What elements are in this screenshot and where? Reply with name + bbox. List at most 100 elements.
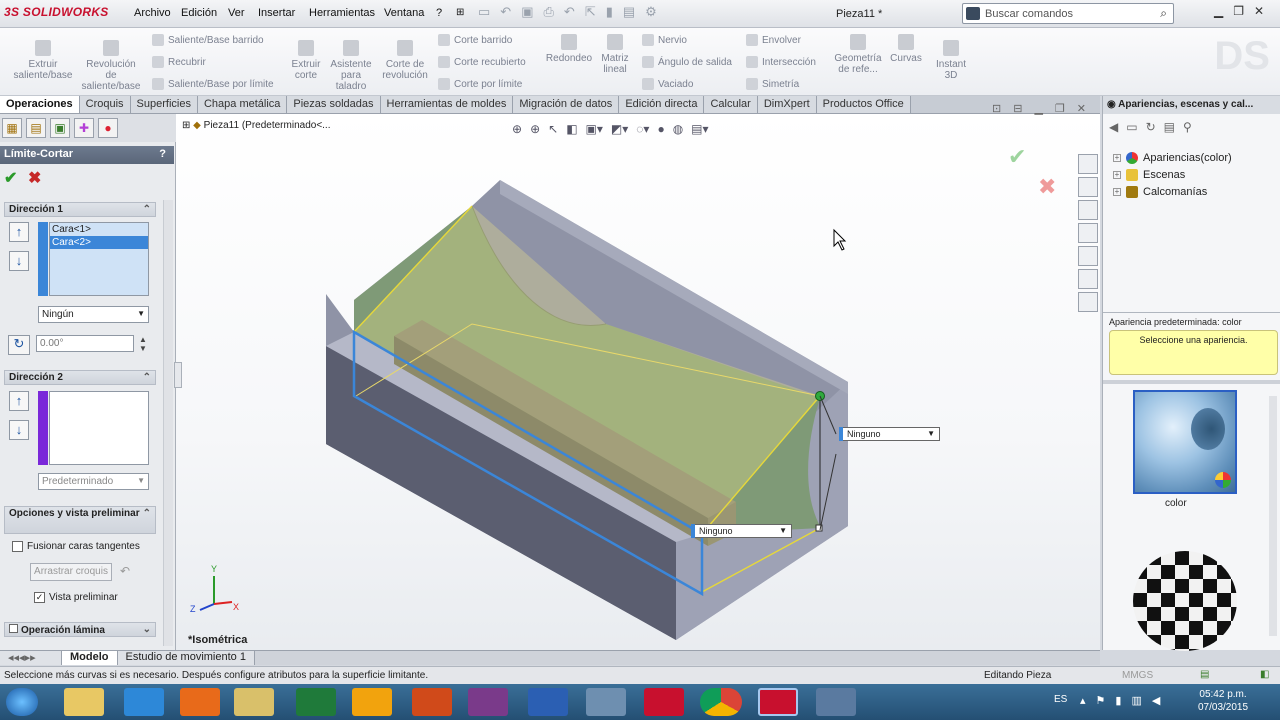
property-manager-icon[interactable]: ▤ (26, 118, 46, 138)
tree-item-scenes[interactable]: + Escenas (1113, 169, 1185, 181)
menu-insertar[interactable]: Insertar (258, 7, 295, 19)
tab-scroll-arrows[interactable]: ◂◂◂▸▸ (0, 651, 62, 665)
excel-icon[interactable] (296, 688, 336, 716)
back-icon[interactable]: ◀ (1109, 120, 1118, 134)
network-icon[interactable]: ▥ (1131, 694, 1141, 707)
window-icon[interactable] (586, 688, 626, 716)
ok-button[interactable]: ✔ (4, 168, 17, 188)
pin-icon[interactable]: ⚲ (1183, 120, 1192, 134)
tab-superficies[interactable]: Superficies (130, 96, 198, 113)
extrude-cut-button[interactable]: Extruir corte (288, 40, 324, 81)
battery-icon[interactable]: ▮ (1115, 694, 1121, 707)
direction2-down-icon[interactable]: ↓ (9, 420, 29, 440)
units-indicator[interactable]: MMGS (1122, 670, 1153, 681)
tray-expand-icon[interactable]: ▴ (1080, 694, 1086, 707)
tab-calcular[interactable]: Calcular (704, 96, 758, 113)
direction1-up-icon[interactable]: ↑ (9, 222, 29, 242)
options-header[interactable]: Opciones y vista preliminar ⌃ (4, 506, 156, 534)
start-button-icon[interactable] (6, 688, 38, 716)
direction2-header[interactable]: Dirección 2 ⌃ (4, 370, 156, 385)
refresh-icon[interactable]: ↻ (1146, 120, 1156, 134)
chrome-icon[interactable] (700, 688, 742, 716)
menu-ventana[interactable]: Ventana (384, 7, 424, 19)
angle-spinner[interactable]: ▲ ▼ (139, 335, 147, 353)
tab-dimxpert[interactable]: DimXpert (757, 96, 817, 113)
display-manager-icon[interactable]: ● (98, 118, 118, 138)
direction1-list[interactable]: Cara<1> Cara<2> (49, 222, 149, 296)
print-icon[interactable]: ⎙ (544, 4, 554, 24)
panel-splitter-handle[interactable] (174, 362, 182, 388)
list-item[interactable]: Cara<1> (50, 223, 148, 236)
revolve-cut-button[interactable]: Corte de revolución (378, 40, 432, 81)
cancel-button[interactable]: ✖ (28, 168, 41, 188)
tab-croquis[interactable]: Croquis (79, 96, 131, 113)
gear-icon[interactable]: ⚙ (645, 4, 657, 24)
flag-icon[interactable]: ⚑ (1096, 694, 1106, 707)
restore-icon[interactable]: ❐ (1233, 4, 1244, 18)
design-library-tab-icon[interactable] (1078, 177, 1098, 197)
appearance-swatch-checker[interactable] (1133, 551, 1237, 651)
angle-field[interactable]: 0.00° (36, 335, 134, 352)
menu-ver[interactable]: Ver (228, 7, 245, 19)
menu-herramientas[interactable]: Herramientas (309, 7, 375, 19)
tree-item-appearances[interactable]: + Apariencias(color) (1113, 152, 1232, 164)
swatch-scrollbar[interactable] (1269, 396, 1277, 636)
internet-explorer-icon[interactable] (124, 688, 164, 716)
shell-button[interactable]: Vaciado (642, 78, 693, 90)
draft-button[interactable]: Ángulo de salida (642, 56, 732, 68)
undo-icon[interactable]: ↶ (564, 4, 575, 24)
linear-pattern-button[interactable]: Matriz lineal (598, 34, 632, 75)
direction1-header[interactable]: Dirección 1 ⌃ (4, 202, 156, 217)
powerpoint-icon[interactable] (412, 688, 452, 716)
search-tab-icon[interactable] (1078, 246, 1098, 266)
direction2-up-icon[interactable]: ↑ (9, 391, 29, 411)
direction2-list[interactable] (49, 391, 149, 465)
volume-icon[interactable]: ◀ (1152, 694, 1160, 707)
appearances-tab-icon[interactable] (1078, 269, 1098, 289)
revolve-boss-button[interactable]: Revolución de saliente/base (80, 40, 142, 92)
save-disk-icon[interactable] (816, 688, 856, 716)
pane-splitter[interactable] (1103, 380, 1280, 384)
rebuild-icon[interactable]: ▮ (606, 4, 613, 24)
instant3d-button[interactable]: Instant 3D (930, 40, 972, 81)
appearance-swatch-color[interactable] (1133, 390, 1237, 494)
direction1-tangency-select[interactable]: Ningún ▼ (38, 306, 149, 323)
panel-scrollbar[interactable] (163, 200, 173, 646)
tab-migracion-datos[interactable]: Migración de datos (513, 96, 620, 113)
tangency-callout-select[interactable]: Ninguno ▼ (691, 524, 792, 538)
options-icon[interactable]: ▤ (623, 4, 635, 24)
tab-chapa-metalica[interactable]: Chapa metálica (197, 96, 288, 113)
curves-button[interactable]: Curvas (886, 34, 926, 64)
feature-manager-icon[interactable]: ▦ (2, 118, 22, 138)
list-item[interactable]: Cara<2> (50, 236, 148, 249)
close-icon[interactable]: ✕ (1254, 4, 1264, 18)
tab-modelo[interactable]: Modelo (62, 651, 118, 665)
swept-cut-button[interactable]: Corte barrido (438, 34, 512, 46)
rib-button[interactable]: Nervio (642, 34, 687, 46)
help-button[interactable]: ? (159, 148, 166, 160)
pin-icon[interactable]: ⊞ (456, 7, 464, 18)
model-canvas[interactable]: Y X Z (176, 114, 1076, 650)
thin-feature-header[interactable]: Operación lámina ⌄ (4, 622, 156, 637)
tree-item-decals[interactable]: + Calcomanías (1113, 186, 1207, 198)
lofted-cut-button[interactable]: Corte recubierto (438, 56, 526, 68)
undo-drag-icon[interactable]: ↶ (120, 564, 130, 578)
intersect-button[interactable]: Intersección (746, 56, 816, 68)
folder-icon[interactable]: ▭ (1126, 120, 1137, 134)
solidworks-active-icon[interactable] (758, 688, 798, 716)
graphics-area[interactable]: ⊞ ◆ Pieza11 (Predeterminado<... ⊕ ⊕ ↖ ◧ … (174, 103, 1100, 650)
language-indicator[interactable]: ES (1054, 694, 1067, 705)
rebuild-status-icon[interactable]: ▤ (1200, 669, 1209, 680)
drag-sketch-button[interactable]: Arrastrar croquis (30, 563, 112, 581)
merge-tangent-checkbox[interactable]: Fusionar caras tangentes (12, 541, 140, 552)
menu-help[interactable]: ? (436, 7, 442, 19)
save-icon[interactable]: ▣ (521, 4, 533, 24)
wrap-button[interactable]: Envolver (746, 34, 801, 46)
viewport-close-icon[interactable]: ✕ (1077, 102, 1086, 115)
minimize-icon[interactable]: ▁ (1214, 4, 1223, 18)
app-icon[interactable] (468, 688, 508, 716)
custom-properties-tab-icon[interactable] (1078, 292, 1098, 312)
add-file-icon[interactable]: ▤ (1164, 120, 1175, 134)
tab-piezas-soldadas[interactable]: Piezas soldadas (287, 96, 381, 113)
draft-angle-icon[interactable]: ↻ (8, 335, 30, 355)
